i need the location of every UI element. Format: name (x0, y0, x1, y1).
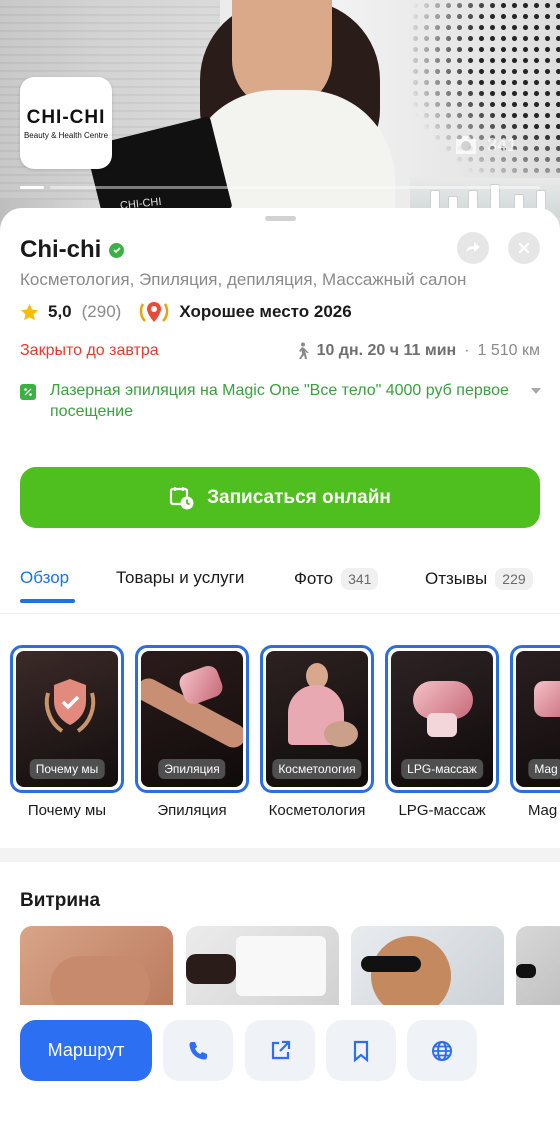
story-label: Косметология (268, 802, 366, 819)
hero-photo[interactable]: CHI-CHI CHI-CHI Beauty & Health Centre 3… (0, 0, 560, 232)
tab-photos-label: Фото (294, 569, 334, 588)
share-button[interactable] (457, 232, 489, 264)
close-button[interactable] (508, 232, 540, 264)
story-chip: Mag (528, 759, 560, 779)
verified-icon (109, 242, 125, 258)
shield-icon (44, 679, 96, 733)
story-item[interactable]: Почему мы Почему мы (10, 645, 124, 819)
working-status: Закрыто до завтра (20, 342, 159, 359)
showcase-card[interactable] (351, 926, 504, 1016)
hero-dot-pattern (410, 0, 560, 190)
reviews-count: (290) (81, 302, 122, 321)
story-label: Эпиляция (157, 802, 227, 819)
story-item[interactable]: LPG-массаж LPG-массаж (385, 645, 499, 819)
bookmark-icon (353, 1040, 369, 1062)
rating-row[interactable]: 5,0 (290) Хорошее место 2026 (20, 300, 352, 324)
share-icon (466, 242, 480, 254)
star-icon (20, 303, 39, 320)
travel-time: 10 дн. 20 ч 11 мин (316, 342, 457, 359)
story-chip: Эпиляция (158, 759, 226, 779)
bottom-action-bar: Маршрут (0, 1005, 560, 1140)
story-chip: LPG-массаж (401, 759, 483, 779)
status-row: Закрыто до завтра 10 дн. 20 ч 11 мин · 1… (20, 342, 540, 360)
call-button[interactable] (163, 1020, 233, 1081)
phone-icon (189, 1041, 207, 1059)
logo-sub-text: Beauty & Health Centre (23, 130, 109, 140)
hero-progress-bar (20, 186, 540, 189)
tab-overview[interactable]: Обзор (20, 568, 69, 588)
distance: 1 510 км (477, 342, 540, 359)
tab-reviews[interactable]: Отзывы 229 (425, 568, 533, 590)
story-label: Mag (528, 802, 558, 819)
chevron-down-icon[interactable] (530, 386, 542, 396)
tab-reviews-badge: 229 (495, 568, 533, 590)
goggles-shape (186, 954, 236, 984)
tab-photos-badge: 341 (341, 568, 379, 590)
camera-icon (456, 136, 476, 154)
hair-shape (371, 936, 451, 1016)
award-icon (140, 302, 169, 322)
open-link-button[interactable] (245, 1020, 315, 1081)
org-categories: Косметология, Эпиляция, депиляция, Масса… (20, 270, 467, 289)
story-chip: Почему мы (29, 759, 105, 779)
tab-overview-label: Обзор (20, 568, 70, 587)
calendar-clock-icon (169, 486, 194, 509)
org-name: Chi-chi (20, 236, 102, 263)
stories-carousel: Почему мы Почему мы Эпиляция Эпиляция Ко… (0, 645, 560, 835)
travel-info[interactable]: 10 дн. 20 ч 11 мин · 1 510 км (295, 342, 540, 360)
website-button[interactable] (407, 1020, 477, 1081)
route-label: Маршрут (47, 1040, 125, 1060)
showcase-card[interactable] (20, 926, 173, 1016)
story-item[interactable]: Эпиляция Эпиляция (135, 645, 249, 819)
showcase-carousel (0, 926, 560, 1016)
story-label: LPG-массаж (398, 802, 486, 819)
award-label: Хорошее место 2026 (179, 302, 352, 321)
photo-counter[interactable]: 341 (453, 134, 517, 156)
tab-goods-services-label: Товары и услуги (116, 568, 245, 587)
showcase-title: Витрина (20, 890, 101, 911)
logo-main-text: CHI-CHI (26, 106, 106, 128)
discount-icon (20, 384, 36, 400)
bookmark-button[interactable] (326, 1020, 396, 1081)
showcase-card[interactable] (186, 926, 339, 1016)
walk-icon (298, 342, 309, 359)
active-tab-indicator (20, 599, 75, 603)
tab-goods-services[interactable]: Товары и услуги (116, 568, 244, 588)
tab-reviews-label: Отзывы (425, 569, 488, 588)
tab-bar: Обзор Товары и услуги Фото 341 Отзывы 22… (0, 560, 560, 614)
share-external-icon (271, 1040, 291, 1059)
travel-separator: · (464, 342, 470, 359)
lpg-device-head (427, 713, 457, 737)
tab-photos[interactable]: Фото 341 (294, 568, 379, 590)
goggles-shape (516, 964, 536, 978)
showcase-card[interactable] (516, 926, 560, 1016)
device-shape (236, 936, 326, 996)
company-logo: CHI-CHI Beauty & Health Centre (20, 77, 112, 169)
section-divider (0, 848, 560, 862)
place-card-sheet: Chi-chi Косметология, Эпиляция, депиляци… (0, 208, 560, 1140)
sheet-grab-handle[interactable] (265, 216, 296, 221)
story-chip: Косметология (272, 759, 362, 779)
sunglasses-shape (361, 956, 421, 972)
book-online-label: Записаться онлайн (207, 486, 391, 508)
close-icon (518, 242, 530, 254)
route-button[interactable]: Маршрут (20, 1020, 152, 1081)
story-item[interactable]: Косметология Косметология (260, 645, 374, 819)
promo-text: Лазерная эпиляция на Magic One "Все тело… (50, 382, 509, 420)
promo-banner[interactable]: Лазерная эпиляция на Magic One "Все тело… (20, 380, 542, 422)
rating-value: 5,0 (48, 302, 72, 321)
patient-face (324, 721, 358, 747)
story-item[interactable]: Mag Mag (510, 645, 560, 819)
photo-count: 341 (487, 134, 518, 155)
globe-icon (432, 1040, 452, 1061)
story-label: Почему мы (27, 802, 107, 819)
magic-device (534, 681, 560, 717)
book-online-button[interactable]: Записаться онлайн (20, 467, 540, 528)
